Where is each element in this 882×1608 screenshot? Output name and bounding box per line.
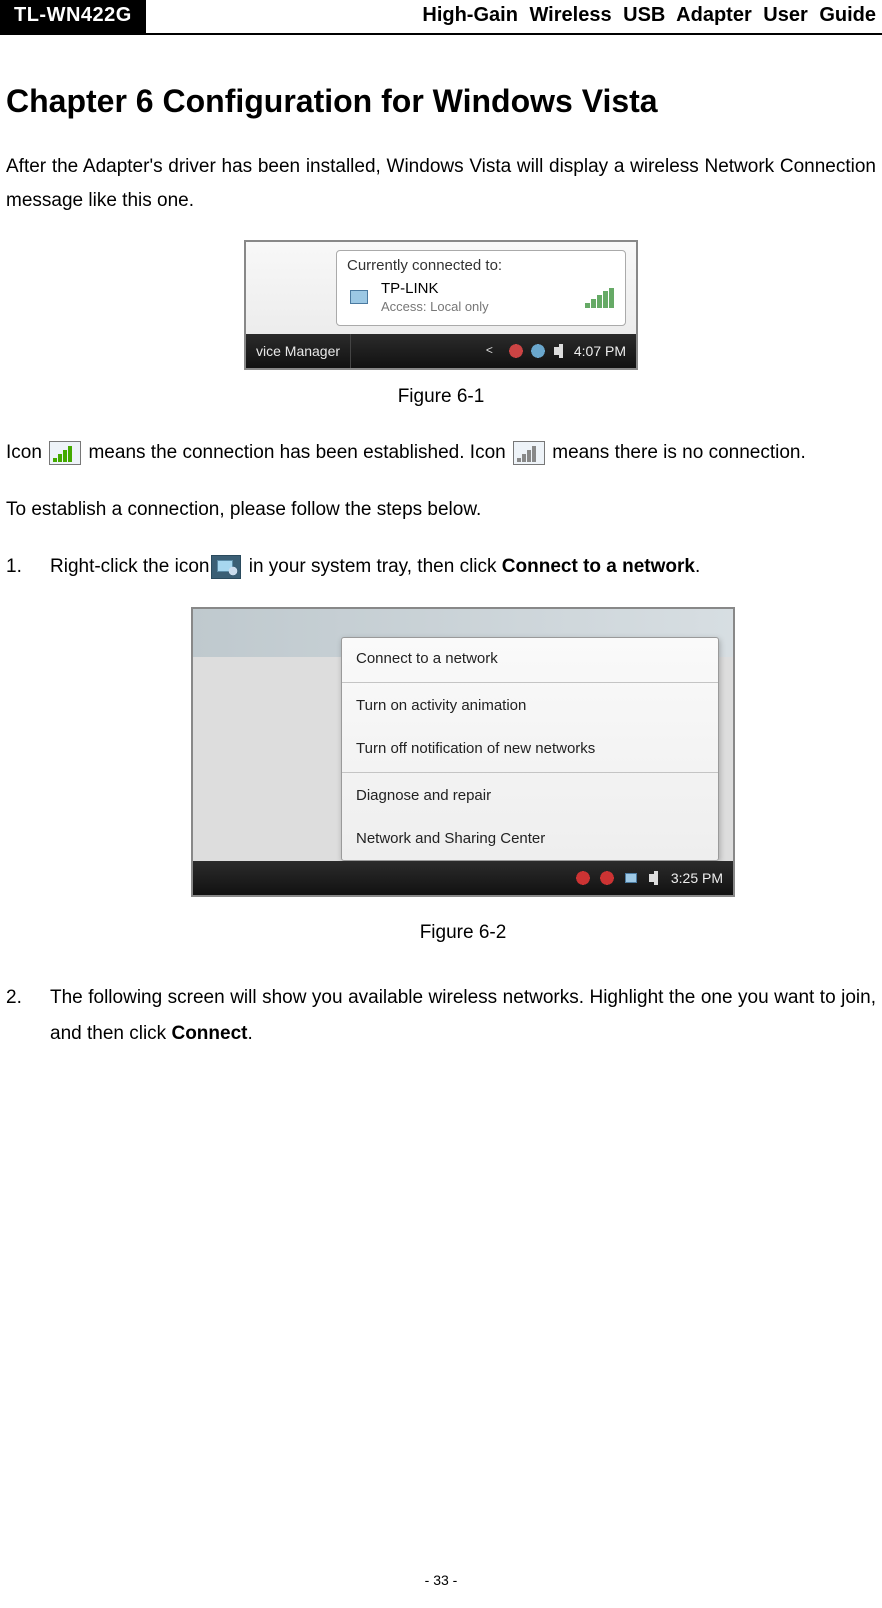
step-1: Right-click the icon in your system tray…: [6, 549, 876, 952]
menu-divider: [342, 772, 718, 773]
menu-divider: [342, 682, 718, 683]
establish-paragraph: To establish a connection, please follow…: [6, 493, 876, 527]
text-fragment: in your system tray, then click: [243, 556, 501, 577]
context-menu: Connect to a network Turn on activity an…: [341, 637, 719, 862]
page-header: TL-WN422G High-Gain Wireless USB Adapter…: [0, 0, 882, 35]
text-fragment: .: [247, 1023, 252, 1044]
tray-chevron-icon[interactable]: <: [486, 343, 502, 359]
security-alert-icon[interactable]: [575, 870, 591, 886]
network-access: Access: Local only: [381, 299, 489, 315]
connection-balloon: Currently connected to: TP-LINK Access: …: [336, 250, 626, 326]
steps-list: Right-click the icon in your system tray…: [6, 549, 876, 1052]
menu-item-sharing-center[interactable]: Network and Sharing Center: [342, 818, 718, 861]
menu-item-notification[interactable]: Turn off notification of new networks: [342, 728, 718, 771]
figure-6-2-image: Connect to a network Turn on activity an…: [191, 607, 735, 898]
taskbar-clock: 4:07 PM: [574, 343, 626, 359]
taskbar-clock: 3:25 PM: [671, 865, 723, 892]
figure-6-2-caption: Figure 6-2: [50, 915, 876, 951]
step-1-bold: Connect to a network: [502, 556, 695, 577]
taskbar: vice Manager < 4:07 PM: [246, 334, 636, 368]
taskbar: 3:25 PM: [193, 861, 733, 895]
security-alert-icon[interactable]: [599, 870, 615, 886]
network-tray-icon[interactable]: [530, 343, 546, 359]
volume-icon[interactable]: [552, 343, 568, 359]
text-fragment: .: [695, 556, 700, 577]
security-shield-icon[interactable]: [508, 343, 524, 359]
signal-strength-icon: [585, 288, 615, 308]
document-title: High-Gain Wireless USB Adapter User Guid…: [146, 0, 882, 33]
taskbar-button[interactable]: vice Manager: [246, 334, 351, 368]
text-fragment: means there is no connection.: [552, 442, 806, 463]
volume-icon[interactable]: [647, 870, 663, 886]
balloon-network-row: TP-LINK Access: Local only: [347, 280, 615, 315]
system-tray: < 4:07 PM: [476, 343, 636, 359]
signal-disconnected-icon: [513, 441, 545, 465]
network-tray-icon[interactable]: [623, 870, 639, 886]
chapter-title: Chapter 6 Configuration for Windows Vist…: [6, 83, 876, 120]
intro-paragraph: After the Adapter's driver has been inst…: [6, 150, 876, 218]
figure-6-1-caption: Figure 6-1: [6, 386, 876, 408]
text-fragment: means the connection has been establishe…: [88, 442, 511, 463]
network-name: TP-LINK: [381, 280, 489, 299]
figure-6-1-image: Currently connected to: TP-LINK Access: …: [244, 240, 638, 370]
network-monitor-icon: [347, 287, 373, 309]
step-2: The following screen will show you avail…: [6, 980, 876, 1052]
menu-item-animation[interactable]: Turn on activity animation: [342, 685, 718, 728]
balloon-title: Currently connected to:: [347, 257, 615, 274]
page-content: Chapter 6 Configuration for Windows Vist…: [0, 35, 882, 1052]
menu-item-connect[interactable]: Connect to a network: [342, 638, 718, 681]
menu-item-diagnose[interactable]: Diagnose and repair: [342, 775, 718, 818]
page-number: - 33 -: [0, 1572, 882, 1588]
network-tray-icon: [211, 555, 241, 579]
icon-explanation-paragraph: Icon means the connection has been estab…: [6, 436, 876, 470]
product-model: TL-WN422G: [0, 0, 146, 33]
text-fragment: Right-click the icon: [50, 556, 209, 577]
figure-6-2: Connect to a network Turn on activity an…: [50, 607, 876, 900]
text-fragment: Icon: [6, 442, 47, 463]
figure-6-1: Currently connected to: TP-LINK Access: …: [6, 240, 876, 370]
step-2-bold: Connect: [171, 1023, 247, 1044]
signal-connected-icon: [49, 441, 81, 465]
